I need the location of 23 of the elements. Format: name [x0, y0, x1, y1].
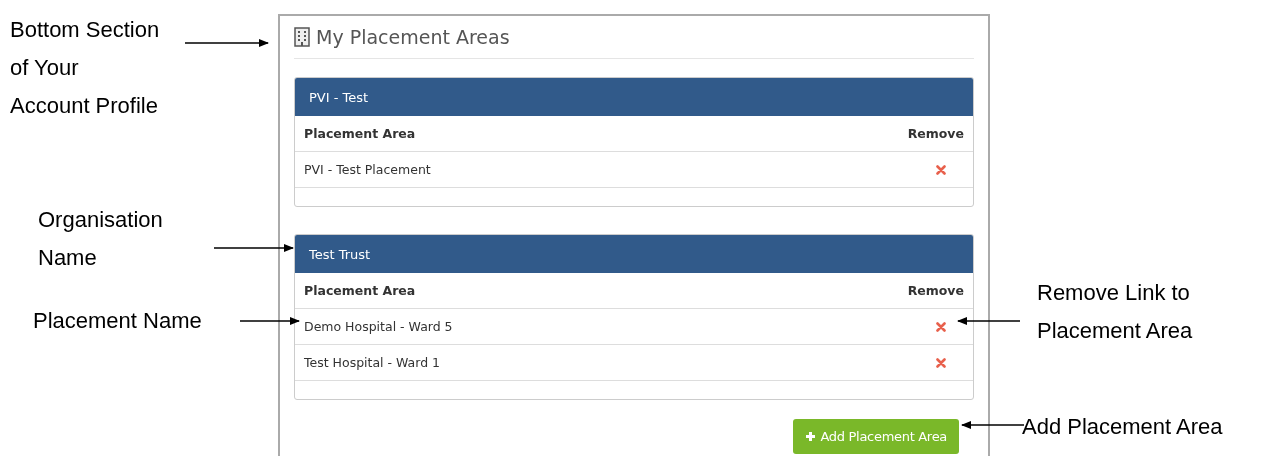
remove-icon[interactable] [936, 357, 946, 368]
callout-arrow [239, 317, 300, 325]
table-cell: Demo Hospital - Ward 5 [304, 319, 453, 334]
annotation-text: Remove Link to Placement Area [1037, 279, 1193, 345]
annotation-text: Bottom Section of Your Account Profile [10, 16, 160, 120]
annotation-text: Placement Name [33, 307, 202, 335]
table-cell: PVI - Test Placement [304, 162, 431, 177]
remove-icon[interactable] [936, 321, 946, 332]
building-icon [294, 27, 310, 47]
column-header: Remove [907, 283, 964, 298]
annotation-text: Organisation Name [38, 206, 163, 272]
column-header: Remove [907, 126, 964, 141]
annotation-text: Add Placement Area [1022, 413, 1223, 441]
panel-title: My Placement Areas [316, 26, 510, 48]
add-placement-button[interactable]: Add Placement Area [793, 419, 959, 454]
organisation-header: PVI - Test [295, 78, 973, 116]
plus-icon [805, 431, 817, 442]
organisation-header: Test Trust [295, 235, 973, 273]
remove-icon[interactable] [936, 164, 946, 175]
column-header: Placement Area [304, 283, 416, 298]
callout-arrow [957, 317, 1021, 325]
table-cell: Test Hospital - Ward 1 [304, 355, 441, 370]
column-header: Placement Area [304, 126, 416, 141]
